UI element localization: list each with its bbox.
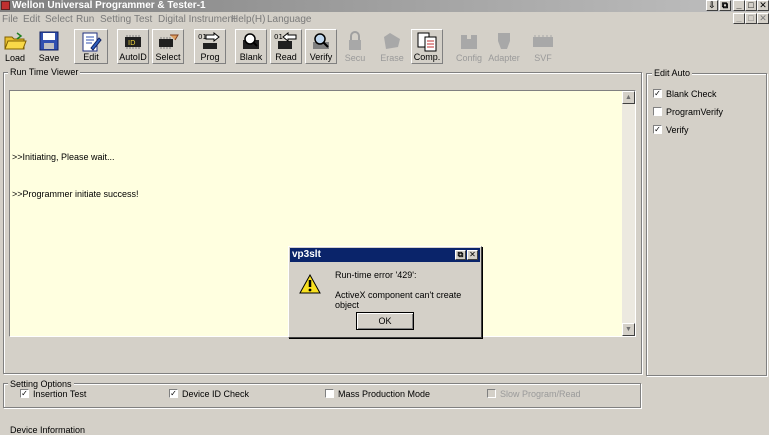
read-button[interactable]: 01 Read — [270, 29, 302, 64]
minimize-button[interactable]: _ — [733, 0, 745, 11]
blank-button[interactable]: Blank — [235, 29, 267, 64]
program-verify-label: ProgramVerify — [666, 107, 724, 117]
chip-program-icon: 01 — [198, 32, 220, 49]
menu-test[interactable]: Test — [134, 13, 152, 27]
mass-production-mode-checkbox[interactable] — [325, 389, 334, 398]
log-line: >>Initiating, Please wait... — [12, 152, 115, 162]
slow-program-read-checkbox[interactable] — [487, 389, 496, 398]
toolbar: Load Save Edit ID AutoID Select 01 Prog … — [0, 28, 769, 66]
slow-program-read-label: Slow Program/Read — [500, 389, 581, 399]
verify-button[interactable]: Verify — [305, 29, 337, 64]
window-title: Wellon Universal Programmer & Tester-1 — [12, 0, 206, 11]
svf-button[interactable]: SVF — [527, 29, 559, 64]
config-icon — [461, 35, 477, 49]
adapter-icon — [498, 33, 510, 49]
warning-icon — [299, 274, 321, 294]
secu-button[interactable]: Secu — [341, 29, 369, 64]
autoid-button[interactable]: ID AutoID — [117, 29, 149, 64]
eraser-icon — [384, 33, 400, 49]
save-button[interactable]: Save — [34, 29, 64, 64]
dialog-error-message: ActiveX component can't create object — [335, 290, 462, 310]
title-bar: Wellon Universal Programmer & Tester-1 ⇩… — [0, 0, 769, 12]
mass-production-mode-label: Mass Production Mode — [338, 389, 431, 399]
dialog-close-button[interactable]: ✕ — [467, 250, 478, 260]
menu-language[interactable]: Language — [267, 13, 312, 27]
viewer-scrollbar[interactable]: ▲ ▼ — [622, 91, 635, 336]
app-icon — [1, 1, 10, 10]
window-extra-restore-button[interactable]: ⧉ — [719, 0, 731, 11]
menu-select[interactable]: Select — [45, 13, 73, 27]
scroll-down-button[interactable]: ▼ — [622, 323, 635, 336]
run-time-viewer-label: Run Time Viewer — [8, 67, 81, 77]
menu-bar: File Edit Select Run Setting Test Digita… — [0, 13, 769, 27]
blank-check-label: Blank Check — [666, 89, 717, 99]
maximize-button[interactable]: □ — [745, 0, 757, 11]
chip-read-icon: 01 — [274, 32, 297, 49]
svg-text:01: 01 — [274, 33, 283, 41]
dialog-title-bar: vp3slt ⧉ ✕ — [290, 248, 480, 262]
mdi-minimize-button[interactable]: _ — [733, 13, 745, 24]
insertion-test-label: Insertion Test — [33, 389, 87, 399]
edit-document-icon — [82, 32, 102, 52]
folder-open-icon — [4, 32, 27, 50]
chip-id-icon: ID — [125, 35, 141, 49]
ok-button[interactable]: OK — [356, 312, 414, 330]
magnifier-icon — [313, 33, 329, 49]
chip-select-icon — [159, 34, 179, 49]
edit-auto-label: Edit Auto — [652, 68, 693, 78]
device-information-label: Device Information — [8, 425, 88, 435]
scroll-up-button[interactable]: ▲ — [622, 91, 635, 104]
close-button[interactable]: ✕ — [757, 0, 769, 11]
menu-setting[interactable]: Setting — [100, 13, 131, 27]
menu-run[interactable]: Run — [76, 13, 94, 27]
device-id-check-checkbox[interactable]: ✓ — [169, 389, 178, 398]
device-id-check-label: Device ID Check — [182, 389, 250, 399]
menu-digital-instrument[interactable]: Digital Instrument — [158, 13, 236, 27]
comp-button[interactable]: Comp. — [411, 29, 443, 64]
dialog-restore-button[interactable]: ⧉ — [455, 250, 466, 260]
adapter-button[interactable]: Adapter — [487, 29, 521, 64]
blank-check-checkbox[interactable]: ✓ — [653, 89, 662, 98]
menu-help[interactable]: Help(H) — [231, 13, 265, 27]
lock-icon — [349, 31, 361, 50]
compare-document-icon — [417, 32, 437, 52]
window-extra-button[interactable]: ⇩ — [706, 0, 718, 11]
load-button[interactable]: Load — [2, 29, 28, 64]
program-verify-checkbox[interactable] — [653, 107, 662, 116]
log-line: >>Programmer initiate success! — [12, 189, 139, 199]
menu-edit[interactable]: Edit — [23, 13, 40, 27]
dialog-title: vp3slt — [292, 249, 321, 260]
edit-button[interactable]: Edit — [74, 29, 108, 64]
setting-options-label: Setting Options — [8, 379, 74, 389]
error-dialog: vp3slt ⧉ ✕ Run-time error '429': ActiveX… — [288, 246, 482, 338]
erase-button[interactable]: Erase — [377, 29, 407, 64]
menu-file[interactable]: File — [2, 13, 18, 27]
verify-label: Verify — [666, 125, 689, 135]
mdi-close-button[interactable]: ✕ — [757, 13, 769, 24]
select-button[interactable]: Select — [152, 29, 184, 64]
insertion-test-checkbox[interactable]: ✓ — [20, 389, 29, 398]
floppy-disk-icon — [39, 31, 59, 51]
config-button[interactable]: Config — [453, 29, 485, 64]
verify-checkbox[interactable]: ✓ — [653, 125, 662, 134]
prog-button[interactable]: 01 Prog — [194, 29, 226, 64]
svg-text:ID: ID — [128, 39, 135, 47]
edit-auto-group — [646, 73, 767, 376]
mdi-restore-button[interactable]: □ — [745, 13, 757, 24]
svf-chip-icon — [533, 35, 553, 47]
dialog-error-code: Run-time error '429': — [335, 270, 417, 280]
chip-blank-icon — [243, 33, 259, 49]
